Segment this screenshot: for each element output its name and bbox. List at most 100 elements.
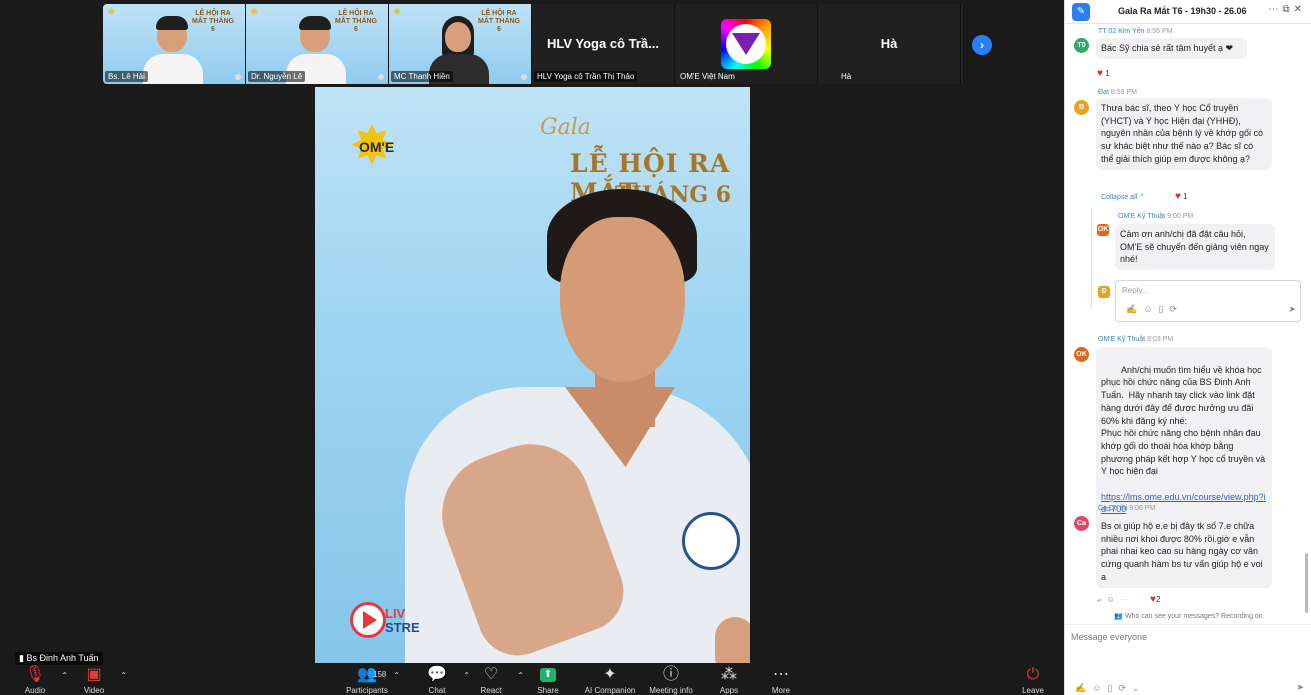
file-icon[interactable]: ▯ <box>1107 683 1118 693</box>
live-play-icon <box>350 602 386 638</box>
avatar: OK <box>1074 347 1089 362</box>
emoji-icon[interactable]: ☺ <box>1143 304 1158 314</box>
shirt-emblem <box>682 512 740 570</box>
active-speaker-video: ✸ OM'E Gala LỄ HỘI RA MẮT THÁNG 6 LIV ST… <box>315 87 750 663</box>
privacy-text: Who can see your messages? Recording on <box>1124 613 1263 620</box>
message-bubble: Cảm ơn anh/chị đã đặt câu hỏi, OM'E sẽ c… <box>1115 224 1275 271</box>
star-logo-icon: ✸ <box>107 7 116 18</box>
participant-tile[interactable]: HLV Yoga cô Trầ... HLV Yoga cô Trần Thị … <box>532 4 675 84</box>
chevron-down-icon[interactable]: ⌄ <box>1132 683 1146 693</box>
heart-icon: ♥ <box>1097 68 1103 79</box>
format-icon[interactable]: ✍ <box>1075 683 1092 693</box>
reaction-badge[interactable]: ♥2 <box>1150 594 1160 605</box>
mini-banner-title: LỄ HỘI RA MẮT THÁNG 6 <box>192 10 234 33</box>
course-link[interactable]: https://lms.ome.edu.vn/course/view.php?i… <box>1101 491 1267 516</box>
more-button[interactable]: ⋯ More <box>756 665 806 695</box>
participant-tile[interactable]: Hà Hà <box>818 4 961 84</box>
avatar: OK <box>1097 224 1109 236</box>
more-icon[interactable]: ⋯ <box>1120 595 1133 604</box>
chat-message-list: T0 TT 02 Kim Yến 8:56 PM Bác Sỹ chia sẻ r… <box>1065 24 1305 624</box>
participant-hair <box>299 16 331 30</box>
participant-name: Hà <box>841 72 852 81</box>
reaction-badge[interactable]: ♥ 1 <box>1097 68 1110 79</box>
audio-button[interactable]: 🎙 Audio ⌃ <box>10 665 68 695</box>
more-label: More <box>771 686 791 695</box>
message-placeholder: Message everyone <box>1071 632 1148 642</box>
message-time: 9:06 PM <box>1129 505 1156 512</box>
avatar: T0 <box>1074 38 1089 53</box>
leave-button[interactable]: ⏻ Leave <box>1008 665 1058 695</box>
caret-up-icon[interactable]: ⌃ <box>120 671 127 680</box>
screenshot-icon[interactable]: ⟳ <box>1169 304 1183 314</box>
participants-button[interactable]: 👥 158 Participants ⌃ <box>342 665 400 695</box>
meeting-info-button[interactable]: ⓘ Meeting info <box>646 665 696 695</box>
message-sender: OM'E Kỹ Thuật 9:00 PM <box>1118 213 1193 220</box>
participant-name: HLV Yoga cô Trần Thị Thảo <box>534 71 638 82</box>
chat-header: ✎ Gala Ra Mắt T6 - 19h30 - 26.06 ⋯⧉✕ <box>1065 0 1311 24</box>
mini-banner-title: LỄ HỘI RA MẮT THÁNG 6 <box>478 10 520 33</box>
participant-name: Dr. Nguyễn Lê <box>248 71 306 82</box>
react-label: React <box>480 686 502 695</box>
participant-display-name: Hà <box>880 36 898 51</box>
meeting-main-area: ✸ LỄ HỘI RA MẮT THÁNG 6 Bs. Lê Hải ✸ LỄ … <box>0 0 1064 695</box>
more-icon: ⋯ <box>773 666 789 683</box>
message-sender: Ca Do thi 9:06 PM <box>1098 505 1155 512</box>
chat-panel: ✎ Gala Ra Mắt T6 - 19h30 - 26.06 ⋯⧉✕ T0 … <box>1064 0 1311 695</box>
format-icon[interactable]: ✍ <box>1126 304 1143 314</box>
video-button[interactable]: ▣ Video ⌃ <box>69 665 127 695</box>
video-label: Video <box>83 686 105 695</box>
reply-placeholder: Reply... <box>1122 286 1149 295</box>
emoji-icon[interactable]: ☺ <box>1106 595 1119 604</box>
participant-strip: ✸ LỄ HỘI RA MẮT THÁNG 6 Bs. Lê Hải ✸ LỄ … <box>103 4 963 84</box>
message-input[interactable]: Message everyone ✍☺▯⟳⌄ ➤ <box>1065 624 1311 695</box>
heart-icon: ♥ <box>1175 191 1181 202</box>
stage-logo-text: OM'E <box>359 139 395 155</box>
sender-name: OM'E Kỹ Thuật <box>1118 213 1166 220</box>
chat-header-actions: ⋯⧉✕ <box>1268 4 1306 15</box>
react-button[interactable]: ♡ React ⌃ <box>466 665 524 695</box>
popout-icon[interactable]: ⧉ <box>1282 4 1293 15</box>
send-icon[interactable]: ➤ <box>1296 682 1304 693</box>
participant-head <box>445 22 471 52</box>
emoji-icon[interactable]: ☺ <box>1092 683 1107 693</box>
close-icon[interactable]: ✕ <box>1294 4 1306 15</box>
ome-logo-icon <box>721 19 771 69</box>
message-time: 9:03 PM <box>1147 336 1174 343</box>
input-toolbar: ✍☺▯⟳⌄ <box>1075 683 1145 694</box>
participant-tile[interactable]: ✸ LỄ HỘI RA MẮT THÁNG 6 Bs. Lê Hải <box>103 4 246 84</box>
participant-tile[interactable]: ✸ LỄ HỘI RA MẮT THÁNG 6 MC Thanh Hiền <box>389 4 532 84</box>
participant-tile[interactable]: ✸ LỄ HỘI RA MẮT THÁNG 6 Dr. Nguyễn Lê <box>246 4 389 84</box>
apps-icon: ⁂ <box>721 666 737 683</box>
apps-button[interactable]: ⁂ Apps <box>704 665 754 695</box>
speaker-name-tag: ▮ Bs Đinh Anh Tuấn <box>15 652 103 665</box>
message-bubble: Thưa bác sĩ, theo Y học Cổ truyền (YHCT)… <box>1096 98 1272 170</box>
chat-title: Gala Ra Mắt T6 - 19h30 - 26.06 <box>1118 6 1247 16</box>
caret-up-icon[interactable]: ⌃ <box>61 671 68 680</box>
participant-tile[interactable]: OM'E Việt Nam <box>675 4 818 84</box>
participant-name: OM'E Việt Nam <box>680 72 735 81</box>
chevron-right-icon[interactable]: › <box>972 35 992 55</box>
participant-body <box>143 54 203 84</box>
speaker-hand <box>715 617 750 663</box>
sender-name: Ca Do thi <box>1098 505 1128 512</box>
participant-hair <box>156 16 188 30</box>
message-sender: Đạt 8:59 PM <box>1098 89 1137 96</box>
more-icon[interactable]: ⋯ <box>1268 4 1282 15</box>
screenshot-icon[interactable]: ⟳ <box>1118 683 1132 693</box>
participants-label: Participants <box>346 686 388 695</box>
privacy-notice[interactable]: 👥 Who can see your messages? Recording o… <box>1065 612 1311 620</box>
chat-button[interactable]: 💬 Chat ⌃ <box>412 665 470 695</box>
message-bubble: Bs oi giúp hộ e.e bị đây tk số 7.e chữa … <box>1096 516 1272 588</box>
send-icon[interactable]: ➤ <box>1288 304 1296 315</box>
reaction-badge[interactable]: ♥ 1 <box>1175 191 1188 202</box>
ai-companion-button[interactable]: ✦ AI Companion <box>585 665 636 695</box>
collapse-all-link[interactable]: Collapse all ⌃ <box>1101 193 1145 201</box>
participant-name: MC Thanh Hiền <box>391 71 453 82</box>
reply-input[interactable]: Reply... ✍☺▯⟳ ➤ <box>1115 280 1301 322</box>
share-button[interactable]: ⬆ Share <box>523 665 573 695</box>
compose-icon[interactable]: ✎ <box>1072 3 1090 21</box>
file-icon[interactable]: ▯ <box>1158 304 1169 314</box>
caret-up-icon[interactable]: ⌃ <box>393 671 400 680</box>
participant-display-name: HLV Yoga cô Trầ... <box>547 36 659 51</box>
chat-scrollbar[interactable] <box>1305 553 1308 613</box>
